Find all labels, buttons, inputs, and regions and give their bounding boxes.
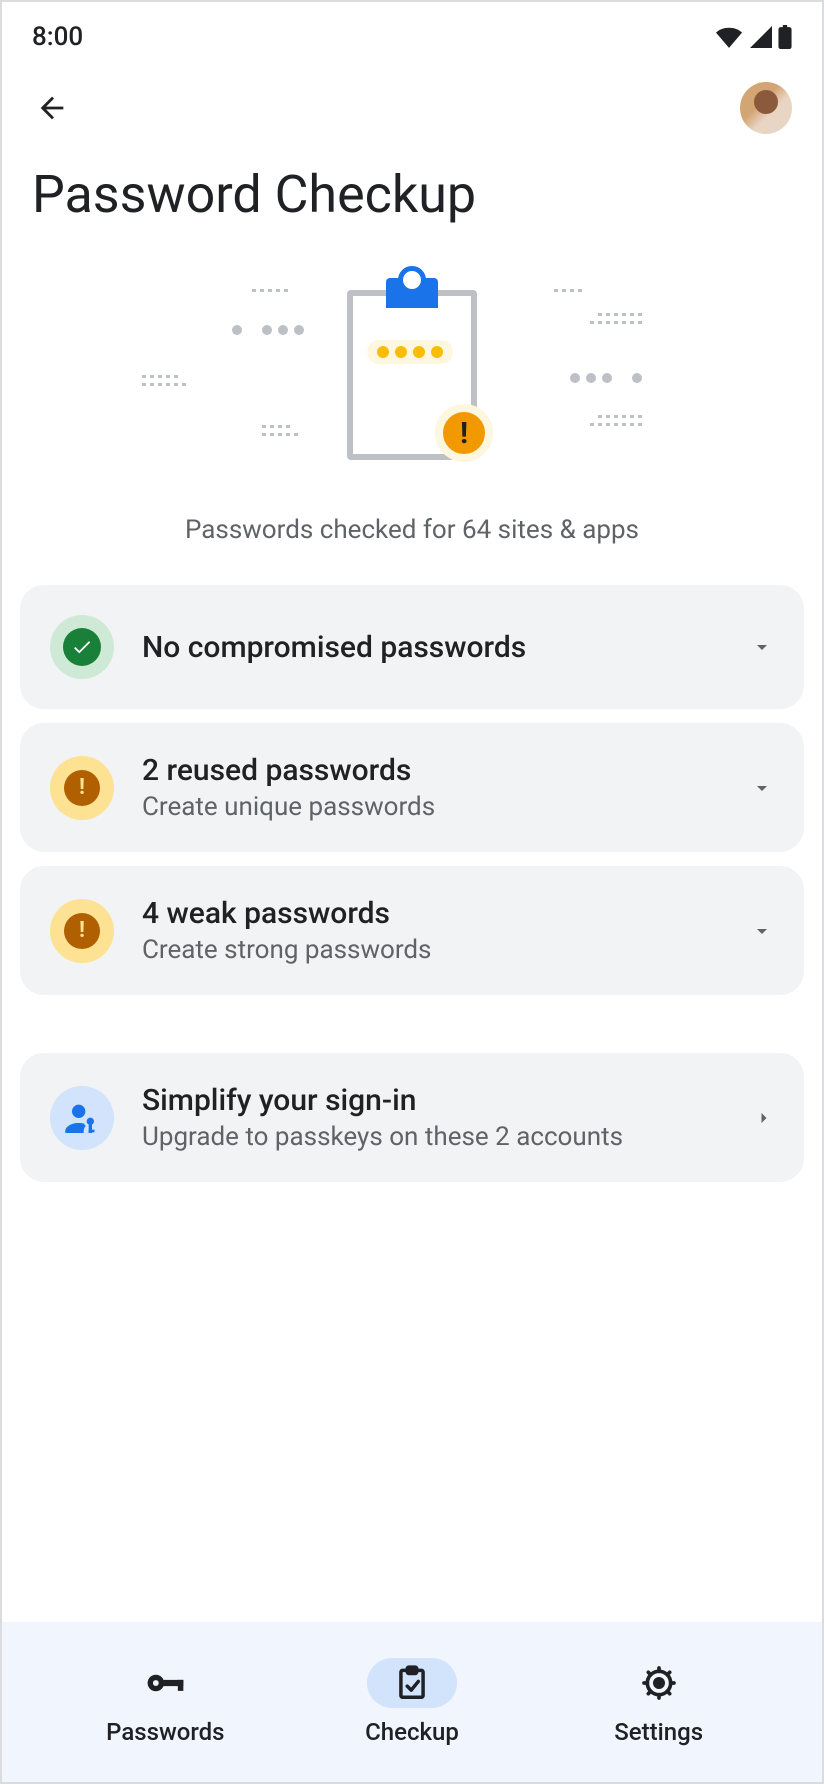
checkup-illustration: ! (2, 265, 822, 485)
card-title: No compromised passwords (142, 630, 722, 665)
nav-passwords[interactable]: Passwords (42, 1658, 289, 1746)
nav-label: Passwords (106, 1718, 224, 1746)
card-title: Simplify your sign-in (142, 1083, 726, 1118)
battery-icon (778, 25, 792, 49)
chevron-right-icon (754, 1108, 774, 1128)
clipboard-check-icon (393, 1664, 431, 1702)
avatar[interactable] (740, 82, 792, 134)
check-icon (50, 615, 114, 679)
card-subtitle: Upgrade to passkeys on these 2 accounts (142, 1122, 726, 1152)
app-header (2, 62, 822, 144)
nav-settings[interactable]: Settings (535, 1658, 782, 1746)
summary-text: Passwords checked for 64 sites & apps (2, 515, 822, 545)
gear-icon (639, 1663, 679, 1703)
warning-icon: ! (50, 899, 114, 963)
passkeys-card[interactable]: Simplify your sign-in Upgrade to passkey… (20, 1053, 804, 1182)
compromised-passwords-card[interactable]: No compromised passwords (20, 585, 804, 709)
card-title: 4 weak passwords (142, 896, 722, 931)
chevron-down-icon (750, 776, 774, 800)
clipboard-icon: ! (347, 290, 477, 460)
status-bar: 8:00 (2, 2, 822, 62)
nav-checkup[interactable]: Checkup (289, 1658, 536, 1746)
card-subtitle: Create unique passwords (142, 792, 722, 822)
weak-passwords-card[interactable]: ! 4 weak passwords Create strong passwor… (20, 866, 804, 995)
back-button[interactable] (32, 88, 72, 128)
key-icon (143, 1661, 187, 1705)
status-icons (716, 25, 792, 49)
nav-label: Settings (614, 1718, 703, 1746)
page-title: Password Checkup (2, 144, 822, 255)
warning-badge-icon: ! (435, 404, 493, 462)
warning-icon: ! (50, 756, 114, 820)
person-key-icon (50, 1086, 114, 1150)
bottom-navigation: Passwords Checkup Settings (2, 1622, 822, 1782)
chevron-down-icon (750, 635, 774, 659)
arrow-back-icon (35, 91, 69, 125)
nav-label: Checkup (365, 1718, 459, 1746)
card-title: 2 reused passwords (142, 753, 722, 788)
status-time: 8:00 (32, 22, 83, 52)
chevron-down-icon (750, 919, 774, 943)
reused-passwords-card[interactable]: ! 2 reused passwords Create unique passw… (20, 723, 804, 852)
card-subtitle: Create strong passwords (142, 935, 722, 965)
wifi-icon (716, 26, 742, 48)
cellular-icon (748, 26, 772, 48)
